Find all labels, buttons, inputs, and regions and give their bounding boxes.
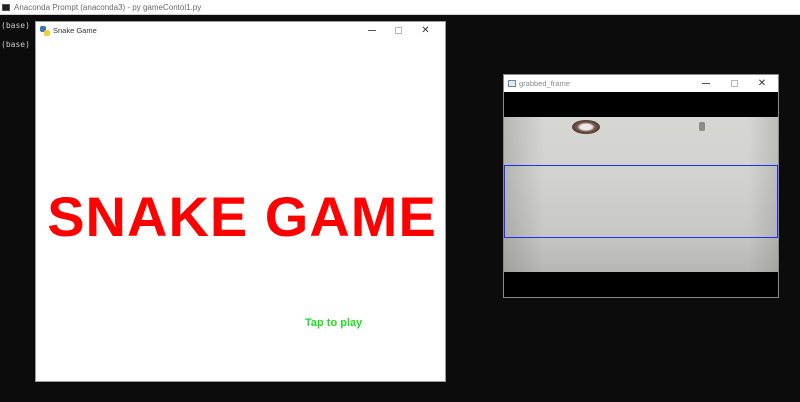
game-window-title: Snake Game bbox=[53, 26, 97, 35]
minimize-button[interactable] bbox=[692, 75, 720, 92]
detection-box bbox=[504, 165, 778, 238]
game-window-controls: ✕ bbox=[358, 22, 439, 39]
camera-frame-image bbox=[504, 117, 778, 272]
snake-game-window[interactable]: Snake Game ✕ SNAKE GAME Tap to play bbox=[36, 22, 445, 381]
ring-object bbox=[572, 120, 600, 134]
maximize-button[interactable] bbox=[720, 75, 748, 92]
game-heading: SNAKE GAME bbox=[47, 185, 437, 248]
console-title: Anaconda Prompt (anaconda3) - py gameCon… bbox=[14, 2, 202, 12]
minimize-button[interactable] bbox=[358, 22, 385, 39]
game-canvas[interactable]: SNAKE GAME Tap to play bbox=[36, 39, 445, 381]
close-button[interactable]: ✕ bbox=[748, 75, 776, 92]
frame-window-title: grabbed_frame bbox=[519, 79, 570, 88]
tap-to-play-text[interactable]: Tap to play bbox=[305, 317, 362, 329]
maximize-button[interactable] bbox=[385, 22, 412, 39]
console-titlebar[interactable]: Anaconda Prompt (anaconda3) - py gameCon… bbox=[0, 0, 800, 15]
frame-window-controls: ✕ bbox=[692, 75, 776, 92]
grabbed-frame-window[interactable]: grabbed_frame ✕ bbox=[504, 75, 778, 297]
game-window-titlebar[interactable]: Snake Game ✕ bbox=[36, 22, 445, 39]
terminal-icon bbox=[2, 3, 10, 11]
peg-object bbox=[699, 122, 705, 131]
python-icon bbox=[40, 25, 50, 36]
image-window-icon bbox=[508, 80, 516, 87]
frame-window-titlebar[interactable]: grabbed_frame ✕ bbox=[504, 75, 778, 92]
close-button[interactable]: ✕ bbox=[412, 22, 439, 39]
